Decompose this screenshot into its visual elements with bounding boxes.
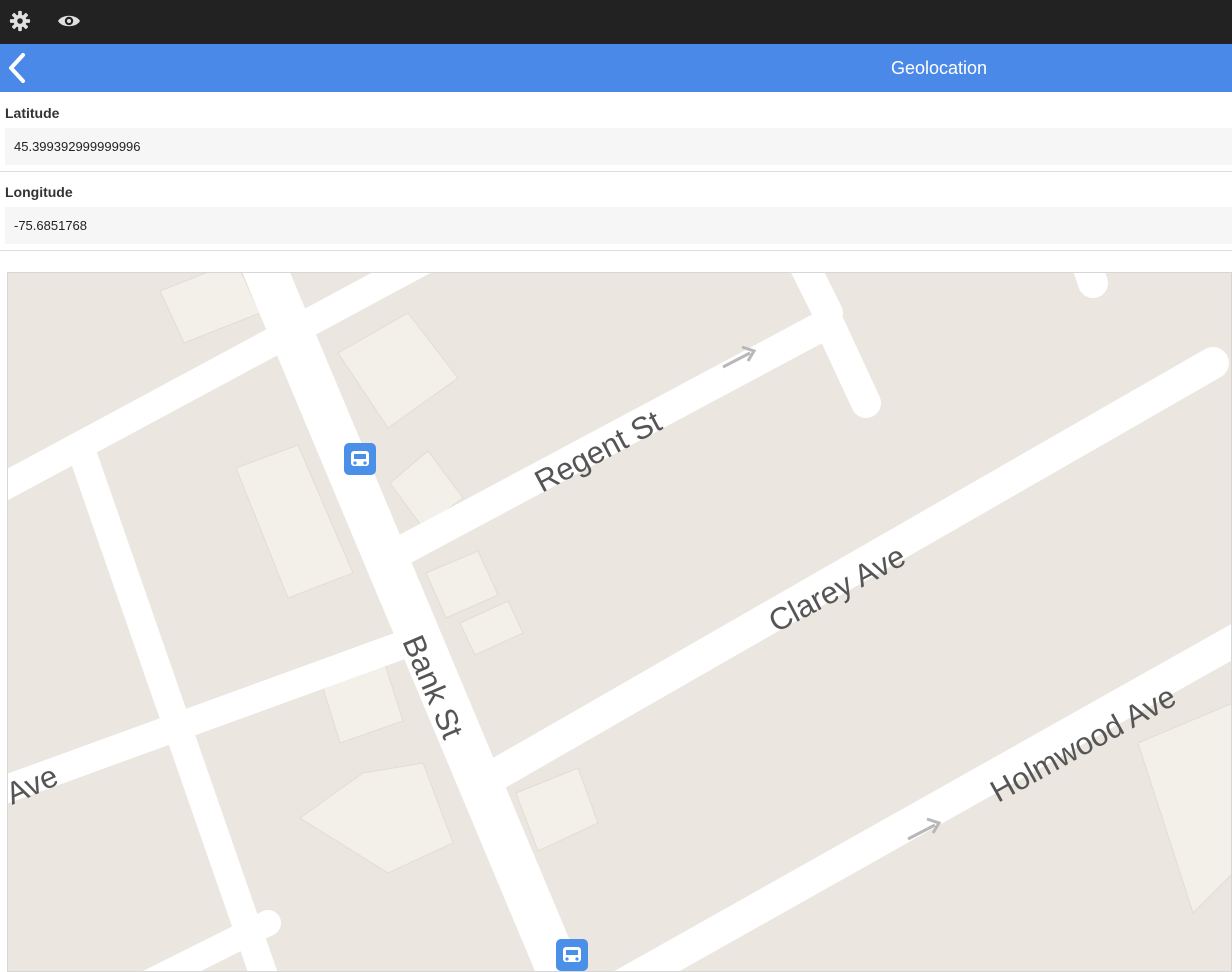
header-bar: Geolocation	[0, 44, 1232, 92]
latitude-value: 45.399392999999996	[5, 128, 1232, 165]
divider	[0, 250, 1232, 251]
gear-icon[interactable]	[7, 8, 33, 34]
top-toolbar	[0, 0, 1232, 44]
back-button[interactable]	[2, 52, 32, 84]
bus-stop-icon	[344, 443, 376, 475]
page-title: Geolocation	[890, 58, 988, 78]
map-view[interactable]: Regent St Clarey Ave Bank St Holmwood Av…	[7, 272, 1232, 972]
bus-stop-icon	[556, 939, 588, 971]
divider	[0, 171, 1232, 172]
longitude-value: -75.6851768	[5, 207, 1232, 244]
eye-icon[interactable]	[56, 8, 82, 34]
longitude-label: Longitude	[5, 184, 73, 200]
chevron-left-icon	[9, 53, 25, 83]
latitude-label: Latitude	[5, 105, 60, 121]
